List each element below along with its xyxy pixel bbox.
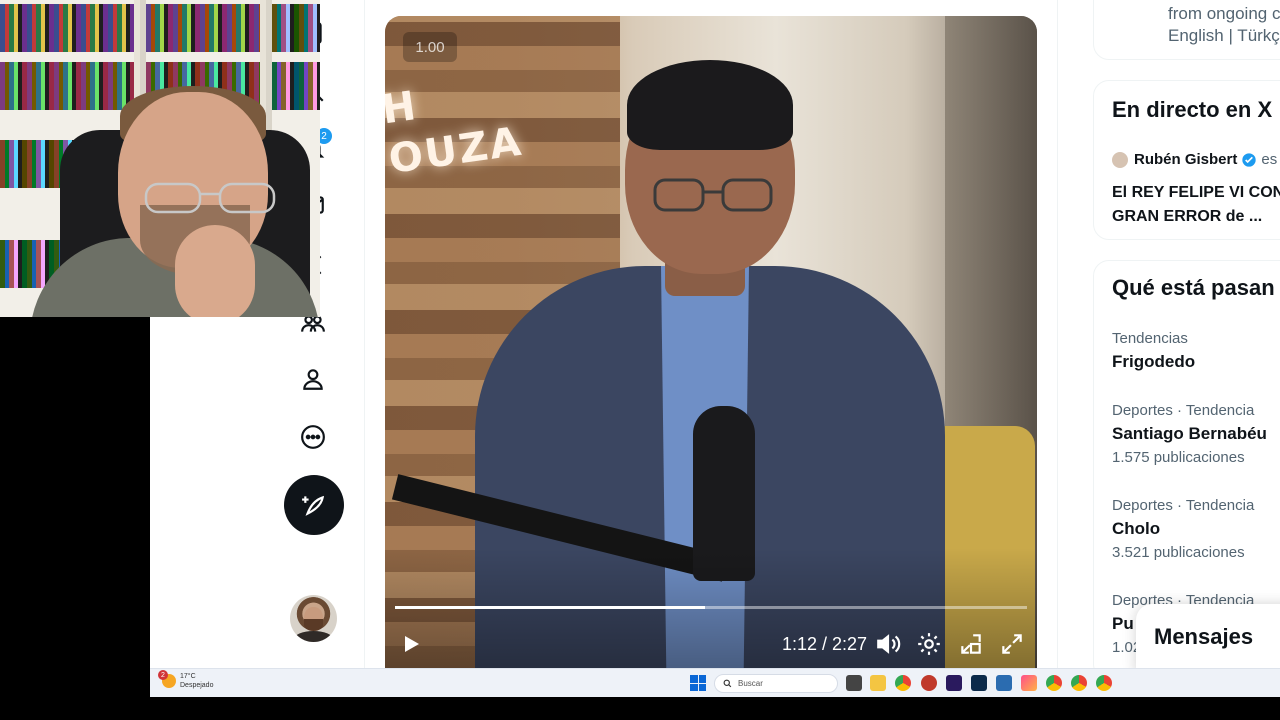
task-view-icon[interactable] [846,675,862,691]
video-progress-fill [395,606,705,609]
weather-badge: 2 [158,670,168,680]
weather-sun-icon: 2 [158,670,176,688]
trend-category: Deportes · Tendencia [1112,497,1255,514]
video-controls: 1:12 / 2:27 [385,626,1037,662]
app-icon[interactable] [996,675,1012,691]
fullscreen-icon[interactable] [999,631,1025,657]
trend-category: Deportes · Tendencia [1112,402,1255,419]
trend-item[interactable]: Deportes · Tendencia Cholo 3.521 publica… [1112,496,1254,564]
live-title-line1: El REY FELIPE VI CON [1112,184,1280,201]
messages-drawer[interactable]: Mensajes [1136,604,1280,668]
taskbar-search-placeholder: Buscar [738,679,763,688]
weather-condition: Despejado [180,682,214,689]
trend-item[interactable]: Tendencias Frigodedo [1112,329,1195,375]
trend-count: 3.521 publicaciones [1112,544,1245,561]
more-icon[interactable] [298,422,328,452]
taskbar-search[interactable]: Buscar [714,674,838,693]
obs-icon[interactable] [921,675,937,691]
video-progress-bar[interactable] [395,606,1027,609]
chrome-profile-icon-3[interactable] [1096,675,1112,691]
live-title-line2: GRAN ERROR de ... [1112,208,1263,225]
premiere-icon[interactable] [946,675,962,691]
live-on-x-card: En directo en X Rubén Gisbert es El REY … [1093,80,1280,240]
trend-name: Frigodedo [1112,352,1196,371]
chrome-profile-icon-2[interactable] [1071,675,1087,691]
trend-name: Santiago Bernabéu [1112,424,1267,443]
playback-speed-badge[interactable]: 1.00 [403,32,457,62]
live-user-suffix: es [1261,151,1278,168]
profile-icon[interactable] [298,364,328,394]
video-time: 1:12 / 2:27 [782,634,868,654]
settings-gear-icon[interactable] [916,631,942,657]
volume-icon[interactable] [875,631,901,657]
live-user-avatar [1112,151,1128,168]
windows-taskbar: 2 17°C Despejado Buscar [150,668,1280,697]
windows-start-icon[interactable] [690,675,706,691]
live-user[interactable]: Rubén Gisbert es [1112,151,1277,168]
trend-name: Cholo [1112,519,1161,538]
trends-heading: Qué está pasan [1112,275,1275,300]
taskbar-search-icon [723,679,732,688]
live-user-name: Rubén Gisbert [1134,151,1238,168]
background-sign: H OUZA [385,82,526,183]
news-text-line1: from ongoing c [1168,4,1280,23]
weather-temp: 17°C [180,673,196,680]
news-text-line2: English | Türkç [1168,26,1280,45]
live-heading: En directo en X [1112,97,1273,122]
messages-drawer-label: Mensajes [1154,624,1254,649]
news-card[interactable]: from ongoing c English | Türkç [1093,0,1280,60]
verified-badge-icon [1242,152,1257,167]
account-avatar[interactable] [290,595,337,642]
trend-count: 1.575 publicaciones [1112,449,1245,466]
minimize-player-icon[interactable] [958,631,984,657]
file-explorer-icon[interactable] [870,675,886,691]
post-button[interactable] [284,475,344,535]
chrome-icon[interactable] [895,675,911,691]
photoshop-icon[interactable] [971,675,987,691]
trend-category: Tendencias [1112,330,1188,347]
webcam-overlay [0,0,320,317]
chrome-profile-icon[interactable] [1046,675,1062,691]
live-broadcast-title[interactable]: El REY FELIPE VI CON GRAN ERROR de ... [1112,181,1280,229]
weather-widget[interactable]: 2 17°C Despejado [158,670,214,690]
app-icon-2[interactable] [1021,675,1037,691]
play-icon[interactable] [399,632,423,656]
main-column: H OUZA 1.00 1:12 / 2:27 [365,0,1058,668]
feather-plus-icon [302,495,325,516]
video-player[interactable]: H OUZA 1.00 1:12 / 2:27 [385,16,1037,668]
right-sidebar: from ongoing c English | Türkç En direct… [1093,0,1280,668]
trend-item[interactable]: Deportes · Tendencia Santiago Bernabéu 1… [1112,401,1267,469]
